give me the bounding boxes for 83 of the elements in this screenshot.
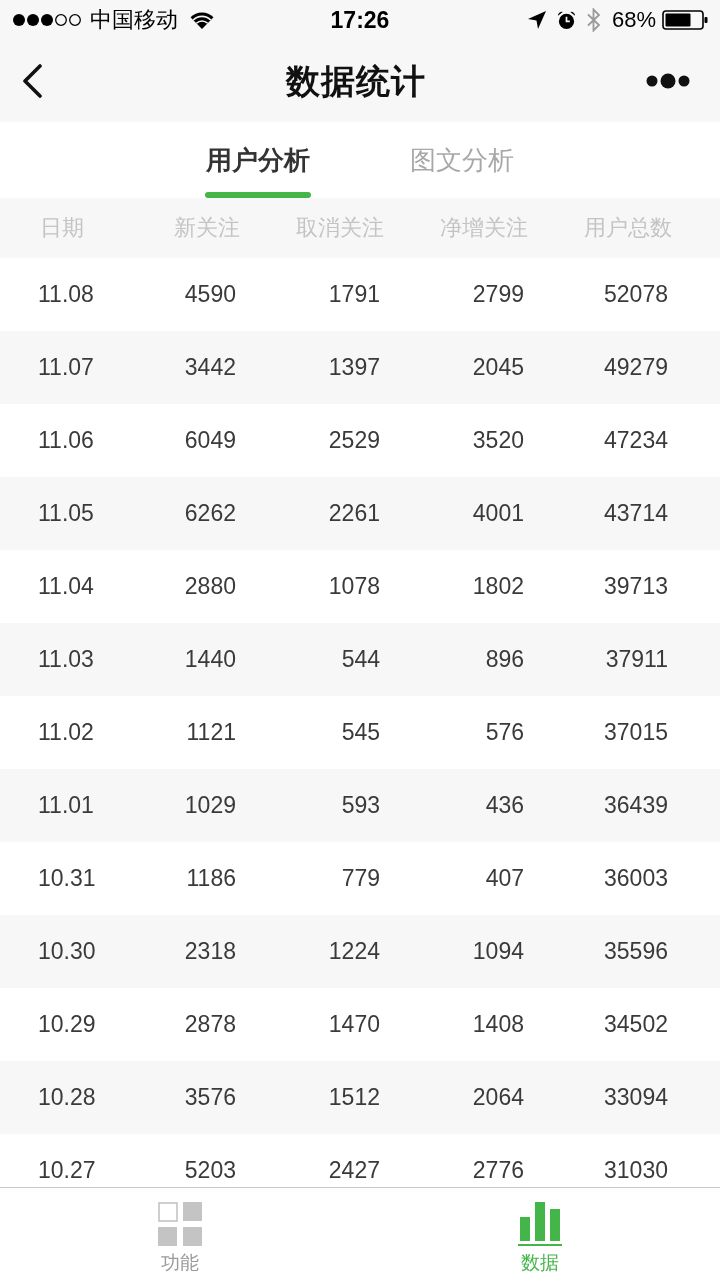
table-cell: 11.01 (38, 792, 94, 819)
table-cell: 1094 (472, 938, 524, 965)
table-cell: 2880 (184, 573, 236, 600)
table-cell: 10.31 (38, 865, 96, 892)
table-cell: 2776 (472, 1157, 524, 1184)
wifi-icon (190, 11, 214, 29)
table-cell: 34502 (604, 1011, 668, 1038)
table-cell: 37911 (605, 646, 668, 673)
table-cell: 779 (341, 865, 380, 892)
table-cell: 544 (341, 646, 380, 673)
table-cell: 1186 (186, 865, 236, 892)
table-cell: 52078 (604, 281, 668, 308)
bottom-tab[interactable]: 功能 (140, 1188, 220, 1275)
table-cell: 1078 (328, 573, 380, 600)
table-cell: 11.04 (38, 573, 94, 600)
table-cell: 2529 (328, 427, 380, 454)
table-cell: 36439 (604, 792, 668, 819)
signal-icon (12, 13, 82, 27)
table-cell: 407 (485, 865, 524, 892)
table-cell: 545 (341, 719, 380, 746)
location-arrow-icon (527, 11, 546, 29)
table-cell: 3442 (184, 354, 236, 381)
table-cell: 3576 (184, 1084, 236, 1111)
alarm-clock-icon (556, 10, 576, 30)
bar-chart-icon (518, 1202, 562, 1246)
table-cell: 43714 (604, 500, 668, 527)
table-cell: 31030 (604, 1157, 668, 1184)
table-cell: 2064 (472, 1084, 524, 1111)
table-cell: 10.28 (38, 1084, 96, 1111)
more-icon (646, 73, 690, 89)
table-cell: 1224 (328, 938, 380, 965)
battery-percent: 68% (611, 7, 656, 33)
table-cell: 1802 (472, 573, 524, 600)
table-cell: 11.02 (38, 719, 94, 746)
table-cell: 11.06 (38, 427, 94, 454)
tab[interactable]: 用户分析 (205, 122, 311, 198)
battery-icon (662, 10, 708, 30)
bottom-tab[interactable]: 数据 (500, 1188, 580, 1275)
table-cell: 3520 (472, 427, 524, 454)
table-cell: 10.30 (38, 938, 96, 965)
table-cell: 1121 (186, 719, 236, 746)
table-cell: 1408 (472, 1011, 524, 1038)
table-cell: 6262 (184, 500, 236, 527)
table-cell: 5203 (184, 1157, 236, 1184)
table-cell: 576 (485, 719, 524, 746)
table-cell: 1512 (328, 1084, 380, 1111)
table-cell: 2318 (184, 938, 236, 965)
chevron-left-icon (22, 64, 42, 98)
table-cell: 2261 (328, 500, 380, 527)
tab[interactable]: 图文分析 (409, 122, 515, 198)
table-cell: 2045 (472, 354, 524, 381)
table-cell: 33094 (604, 1084, 668, 1111)
table-cell: 47234 (604, 427, 668, 454)
page-title: 数据统计 (286, 61, 426, 101)
table-cell: 2878 (184, 1011, 236, 1038)
table-cell: 6049 (184, 427, 236, 454)
table-cell: 10.27 (38, 1157, 96, 1184)
bluetooth-icon (586, 8, 601, 32)
table-cell: 1440 (184, 646, 236, 673)
table-cell: 4001 (472, 500, 524, 527)
table-cell: 436 (485, 792, 524, 819)
table-cell: 11.07 (38, 354, 94, 381)
table-cell: 11.08 (38, 281, 94, 308)
table-cell: 10.29 (38, 1011, 96, 1038)
table-cell: 11.05 (38, 500, 94, 527)
table-cell: 1029 (184, 792, 236, 819)
table-cell: 2799 (472, 281, 524, 308)
status-time: 17:26 (330, 7, 390, 33)
table-cell: 11.03 (38, 646, 94, 673)
table-cell: 37015 (604, 719, 668, 746)
table-cell: 593 (341, 792, 380, 819)
grid-icon (158, 1202, 202, 1246)
table-cell: 35596 (604, 938, 668, 965)
table-cell: 896 (485, 646, 524, 673)
table-cell: 39713 (604, 573, 668, 600)
carrier-name: 中国移动 (90, 7, 178, 33)
table-cell: 1791 (328, 281, 380, 308)
table-cell: 49279 (604, 354, 668, 381)
table-cell: 4590 (184, 281, 236, 308)
table-cell: 2427 (328, 1157, 380, 1184)
table-cell: 1470 (328, 1011, 380, 1038)
table-cell: 36003 (604, 865, 668, 892)
table-cell: 1397 (328, 354, 380, 381)
